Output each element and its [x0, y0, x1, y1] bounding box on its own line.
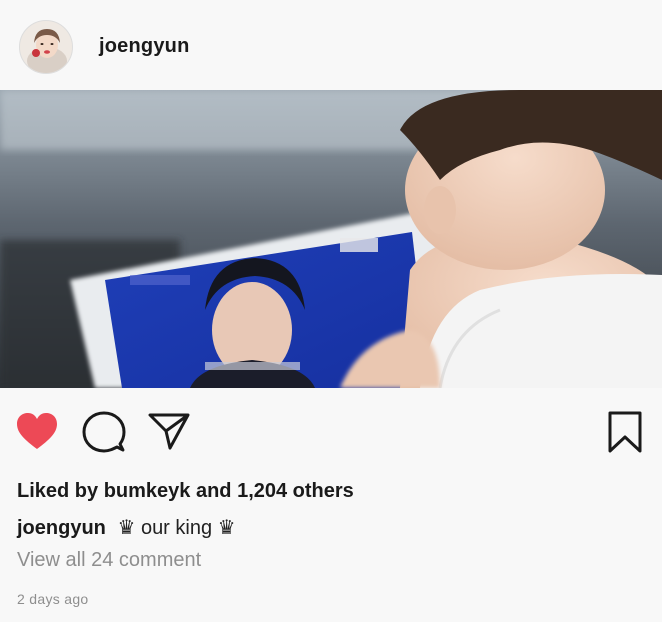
- photo-image: [0, 90, 662, 388]
- caption-text: ♛ our king ♛: [117, 517, 236, 539]
- avatar[interactable]: [19, 20, 73, 74]
- post-username[interactable]: joengyun: [99, 35, 190, 58]
- avatar-image: [20, 21, 72, 73]
- heart-filled-icon[interactable]: [15, 411, 59, 451]
- caption-username[interactable]: joengyun: [17, 517, 106, 539]
- post-timestamp: 2 days ago: [17, 591, 89, 607]
- action-bar: [0, 388, 662, 468]
- bookmark-icon[interactable]: [606, 410, 644, 454]
- post-photo[interactable]: [0, 90, 662, 388]
- caption: joengyun ♛ our king ♛: [17, 515, 236, 540]
- comment-icon[interactable]: [82, 410, 126, 454]
- paper-plane-icon[interactable]: [148, 411, 190, 451]
- likes-count[interactable]: Liked by bumkeyk and 1,204 others: [17, 480, 354, 503]
- post-header: joengyun: [0, 0, 662, 90]
- instagram-post: joengyun Liked by bumkeyk and 1,204 othe…: [0, 0, 662, 622]
- view-all-comments-link[interactable]: View all 24 comment: [17, 549, 201, 572]
